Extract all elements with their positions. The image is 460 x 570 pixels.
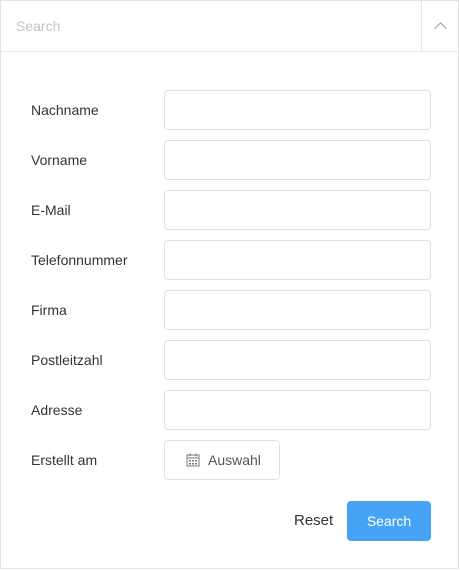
form-row-email: E-Mail xyxy=(1,190,458,230)
email-label: E-Mail xyxy=(31,202,71,218)
vorname-input[interactable] xyxy=(164,140,431,180)
form-row-firma: Firma xyxy=(1,290,458,330)
email-input[interactable] xyxy=(164,190,431,230)
telefonnummer-input[interactable] xyxy=(164,240,431,280)
reset-button[interactable]: Reset xyxy=(294,512,333,529)
form-row-telefonnummer: Telefonnummer xyxy=(1,240,458,280)
postleitzahl-input[interactable] xyxy=(164,340,431,380)
vorname-label: Vorname xyxy=(31,152,88,168)
firma-input[interactable] xyxy=(164,290,431,330)
form-row-adresse: Adresse xyxy=(1,390,458,430)
date-picker-label: Auswahl xyxy=(208,452,261,468)
collapse-toggle-button[interactable] xyxy=(421,1,458,51)
date-picker-button[interactable]: Auswahl xyxy=(164,440,280,480)
form-row-vorname: Vorname xyxy=(1,140,458,180)
erstellt-am-label: Erstellt am xyxy=(31,452,98,468)
form-row-erstellt-am: Erstellt am Auswahl xyxy=(1,440,458,480)
nachname-label: Nachname xyxy=(31,102,99,118)
adresse-input[interactable] xyxy=(164,390,431,430)
telefonnummer-label: Telefonnummer xyxy=(31,252,128,268)
firma-label: Firma xyxy=(31,302,67,318)
form-row-postleitzahl: Postleitzahl xyxy=(1,340,458,380)
form-row-nachname: Nachname xyxy=(1,90,458,130)
chevron-up-icon xyxy=(433,22,447,35)
postleitzahl-label: Postleitzahl xyxy=(31,352,103,368)
adresse-label: Adresse xyxy=(31,402,83,418)
nachname-input[interactable] xyxy=(164,90,431,130)
search-header-label[interactable]: Search xyxy=(16,18,60,34)
panel-header[interactable]: Search xyxy=(1,1,458,52)
search-panel: Search Nachname Vorname E-Mail Telefonnu… xyxy=(0,0,459,569)
calendar-icon xyxy=(186,453,200,467)
search-button[interactable]: Search xyxy=(347,501,431,541)
